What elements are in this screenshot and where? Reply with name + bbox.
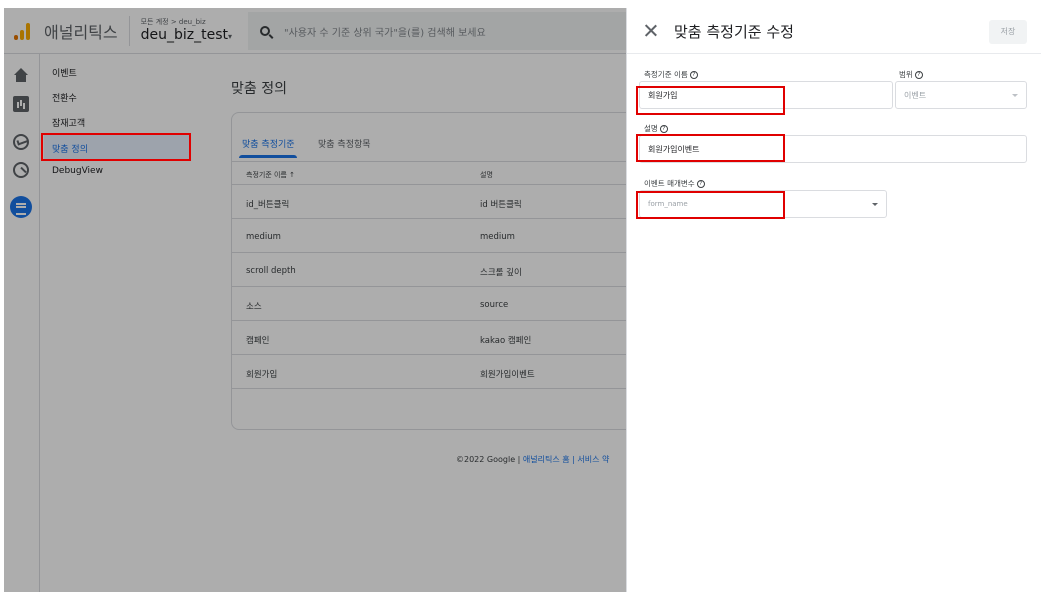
- event-parameter-select[interactable]: form_name: [639, 190, 887, 218]
- panel-title: 맞춤 측정기준 수정: [674, 23, 794, 41]
- scope-label: 범위?: [899, 69, 923, 80]
- scope-value: 이벤트: [904, 90, 927, 100]
- modal-scrim[interactable]: [4, 8, 626, 592]
- scope-select: 이벤트: [895, 81, 1027, 109]
- chevron-down-icon[interactable]: [872, 203, 878, 206]
- event-parameter-placeholder: form_name: [648, 200, 688, 208]
- dimension-name-label: 측정기준 이름?: [644, 69, 698, 80]
- description-label-text: 설명: [644, 124, 658, 133]
- description-label: 설명?: [644, 123, 668, 134]
- scope-label-text: 범위: [899, 70, 913, 79]
- help-icon[interactable]: ?: [689, 71, 698, 79]
- close-icon[interactable]: [644, 24, 658, 38]
- dimension-name-input[interactable]: 회원가입: [639, 81, 893, 109]
- dimension-name-value: 회원가입: [648, 90, 678, 100]
- event-parameter-label: 이벤트 매개변수?: [644, 178, 705, 189]
- app-window: 애널리틱스 모든 계정 > deu_biz deu_biz_test▾ "사용자…: [4, 8, 1041, 592]
- description-input[interactable]: 회원가입이벤트: [639, 135, 1027, 163]
- dimension-name-label-text: 측정기준 이름: [644, 70, 688, 79]
- help-icon[interactable]: ?: [696, 180, 705, 188]
- description-value: 회원가입이벤트: [648, 144, 700, 154]
- help-icon[interactable]: ?: [914, 71, 923, 79]
- panel-header: 맞춤 측정기준 수정 저장: [627, 8, 1041, 54]
- event-parameter-label-text: 이벤트 매개변수: [644, 179, 695, 188]
- chevron-down-icon: [1012, 94, 1018, 97]
- help-icon[interactable]: ?: [659, 125, 668, 133]
- save-button[interactable]: 저장: [989, 20, 1027, 44]
- edit-dimension-panel: 맞춤 측정기준 수정 저장 측정기준 이름? 회원가입 범위? 이벤트 설명? …: [626, 8, 1041, 592]
